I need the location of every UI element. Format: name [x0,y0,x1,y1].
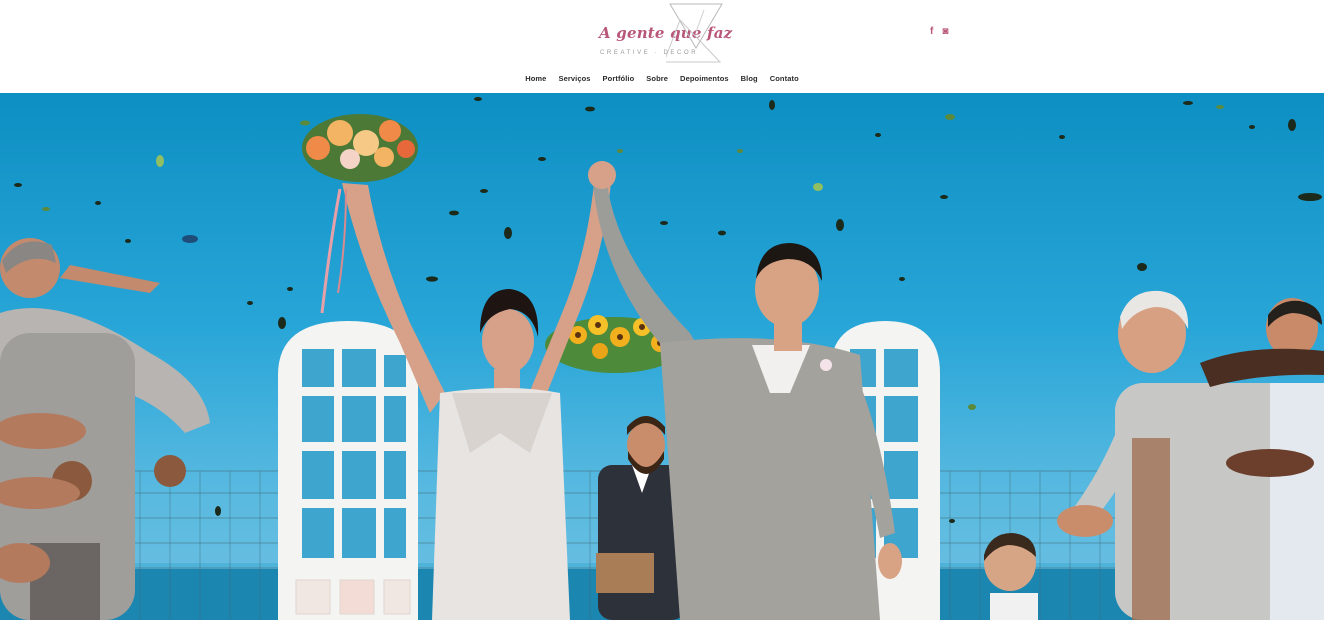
nav-item-sobre[interactable]: Sobre [646,74,668,83]
social-links: f ◙ [930,26,948,38]
logo-triangle-icon [666,3,723,63]
hero-image [0,93,1324,620]
nav-item-portfolio[interactable]: Portfólio [603,74,635,83]
white-door-left [278,321,418,620]
instagram-icon[interactable]: ◙ [942,26,948,38]
site-logo[interactable]: A gente que faz CREATIVE · DECOR [596,2,732,64]
guests-left [0,238,210,620]
nav-item-home[interactable]: Home [525,74,546,83]
nav-item-depoimentos[interactable]: Depoimentos [680,74,729,83]
nav-item-contato[interactable]: Contato [770,74,799,83]
nav-item-servicos[interactable]: Serviços [558,74,590,83]
facebook-icon[interactable]: f [930,26,933,38]
nav-item-blog[interactable]: Blog [741,74,758,83]
site-header: A gente que faz CREATIVE · DECOR f ◙ Hom… [0,0,1324,93]
guests-right [984,290,1324,620]
hero-scene [0,97,1324,620]
main-nav: Home Serviços Portfólio Sobre Depoimento… [0,74,1324,83]
